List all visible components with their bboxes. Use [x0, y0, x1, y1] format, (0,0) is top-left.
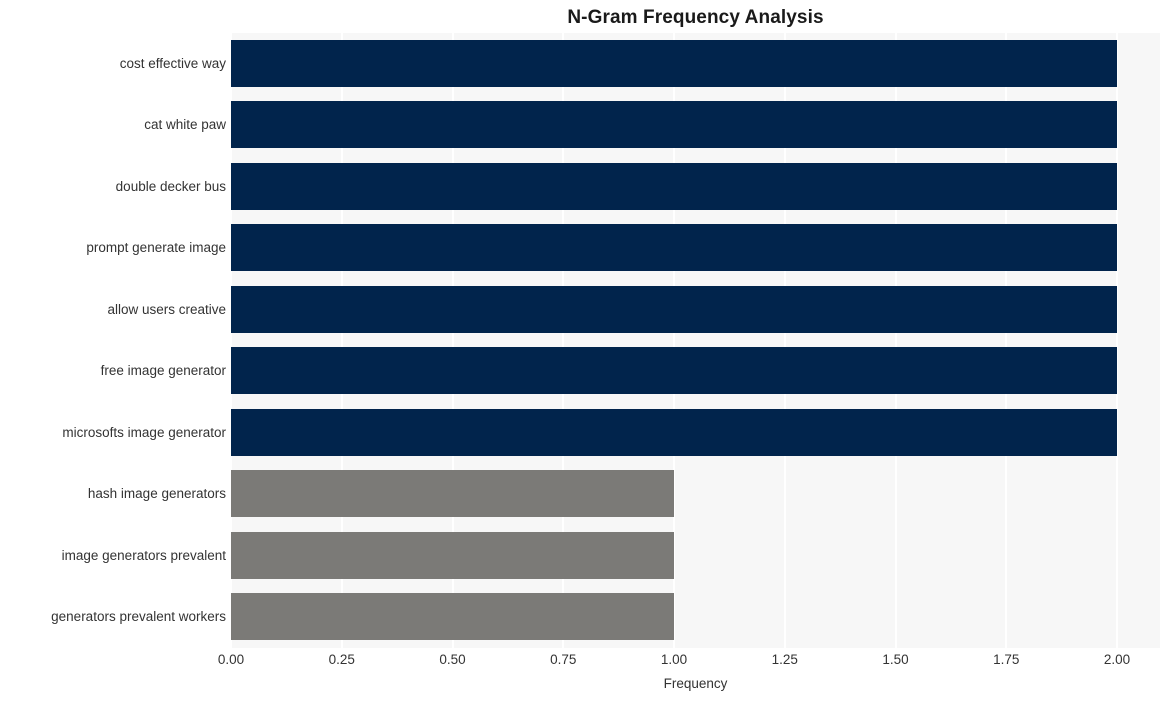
bar[interactable] — [231, 408, 1117, 456]
x-axis-tick-label: 0.25 — [328, 652, 355, 667]
y-axis-tick-label: image generators prevalent — [61, 547, 226, 563]
x-axis-tick-label: 1.25 — [771, 652, 798, 667]
y-axis-tick-label: free image generator — [100, 363, 226, 379]
x-axis-tick-label: 0.50 — [439, 652, 466, 667]
bar[interactable] — [231, 285, 1117, 333]
x-axis-tick-label: 0.75 — [550, 652, 577, 667]
x-axis-tick-label: 0.00 — [217, 652, 245, 667]
bar[interactable] — [231, 470, 674, 518]
bar[interactable] — [231, 162, 1117, 210]
y-axis-tick-label: allow users creative — [107, 301, 226, 317]
y-axis-tick-label: generators prevalent workers — [51, 609, 226, 625]
bar[interactable] — [231, 39, 1117, 87]
y-axis-tick-label: cat white paw — [144, 117, 226, 133]
x-axis-tick-label: 1.00 — [660, 652, 688, 667]
y-axis-tick-label: cost effective way — [119, 55, 226, 71]
x-axis-title: Frequency — [663, 676, 728, 691]
x-axis-tick-label: 2.00 — [1103, 652, 1131, 667]
bar[interactable] — [231, 101, 1117, 149]
y-axis-tick-label: double decker bus — [115, 178, 226, 194]
bar[interactable] — [231, 224, 1117, 272]
y-axis-tick-label: hash image generators — [87, 486, 226, 502]
x-axis-tick-label: 1.75 — [993, 652, 1020, 667]
y-axis-tick-label: microsofts image generator — [62, 424, 226, 440]
bar[interactable] — [231, 347, 1117, 395]
x-axis-tick-label: 1.50 — [882, 652, 909, 667]
x-axis-tick-labels: 0.00 0.25 0.50 0.75 1.00 1.25 1.50 1.75 2.00 — [0, 651, 1170, 673]
plot-area — [231, 33, 1160, 648]
y-axis-tick-labels: cost effective way cat white paw double de… — [0, 33, 226, 648]
y-axis-tick-label: prompt generate image — [86, 240, 226, 256]
bar[interactable] — [231, 593, 674, 641]
page-title: N-Gram Frequency Analysis — [567, 7, 824, 28]
bar[interactable] — [231, 531, 674, 579]
chart-figure: N-Gram Frequency Analysis cost effective… — [0, 0, 1170, 701]
